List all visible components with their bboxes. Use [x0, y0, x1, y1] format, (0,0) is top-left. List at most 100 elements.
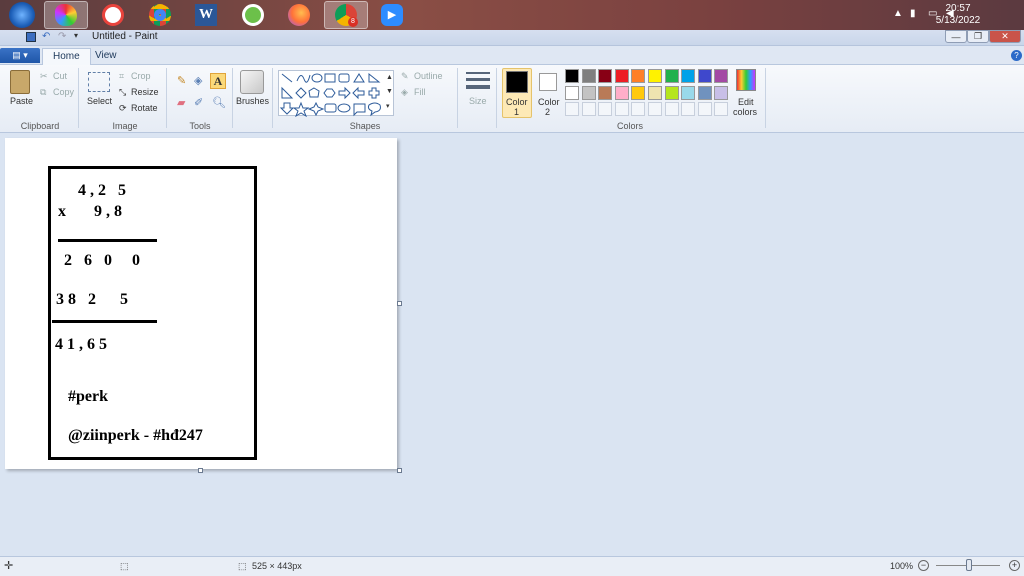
firefox-icon: [288, 4, 310, 26]
resize-handle-corner[interactable]: [397, 468, 402, 473]
undo-icon[interactable]: ↶: [42, 31, 50, 42]
tab-view[interactable]: View: [85, 48, 127, 65]
taskbar-photos[interactable]: [91, 1, 135, 29]
select-icon[interactable]: [88, 72, 110, 92]
rotate-button[interactable]: Rotate: [131, 103, 158, 113]
pencil-icon[interactable]: ✎: [177, 74, 186, 87]
color-picker-icon[interactable]: ✐: [194, 96, 203, 109]
taskbar-chrome-profile[interactable]: 8: [324, 1, 368, 29]
custom-color-slot[interactable]: [598, 102, 613, 116]
color-swatch[interactable]: [648, 69, 662, 83]
zoom-out-button[interactable]: −: [918, 560, 929, 571]
brush-icon[interactable]: [240, 70, 264, 94]
window-title: Untitled - Paint: [92, 31, 158, 42]
taskbar-word[interactable]: W: [184, 1, 228, 29]
color-swatch[interactable]: [631, 69, 646, 83]
fill-bucket-icon[interactable]: ◈: [194, 74, 202, 87]
taskbar-paint[interactable]: [44, 1, 88, 29]
custom-color-slot[interactable]: [614, 102, 629, 116]
color-swatch[interactable]: [598, 85, 613, 100]
resize-icon: ⤡: [119, 87, 127, 97]
size-button[interactable]: Size: [469, 96, 487, 106]
color-swatch[interactable]: [714, 69, 729, 83]
resize-handle-right[interactable]: [397, 301, 402, 306]
custom-color-slot[interactable]: [565, 102, 579, 116]
color-swatch[interactable]: [565, 85, 579, 100]
custom-color-slot[interactable]: [581, 102, 596, 116]
paste-button[interactable]: Paste: [10, 96, 33, 106]
minimize-button[interactable]: —: [945, 30, 967, 43]
shapes-scroll-up-icon[interactable]: ▲: [386, 74, 393, 81]
color-swatch[interactable]: [614, 85, 629, 100]
custom-color-slot[interactable]: [714, 102, 729, 116]
crop-icon: ⌗: [119, 71, 125, 81]
color-swatch[interactable]: [598, 69, 613, 83]
redo-icon[interactable]: ↷: [58, 31, 66, 42]
select-button[interactable]: Select: [87, 96, 112, 106]
color-swatch[interactable]: [681, 85, 696, 100]
color-swatch[interactable]: [697, 85, 712, 100]
maximize-button[interactable]: ❐: [967, 30, 989, 43]
color-swatch[interactable]: [681, 69, 696, 83]
fill-button[interactable]: Fill: [414, 87, 426, 97]
shapes-gallery[interactable]: [278, 70, 394, 118]
crop-button[interactable]: Crop: [131, 71, 151, 81]
save-icon[interactable]: [26, 32, 36, 42]
shapes-expand-icon[interactable]: ▾: [386, 102, 390, 110]
eraser-icon[interactable]: ▰: [177, 96, 185, 109]
outline-button[interactable]: Outline: [414, 71, 443, 81]
magnifier-icon[interactable]: 🔍︎: [212, 96, 226, 109]
resize-button[interactable]: Resize: [131, 87, 159, 97]
color-swatch[interactable]: [565, 69, 579, 83]
tab-home[interactable]: Home: [42, 48, 91, 65]
start-button[interactable]: [0, 1, 44, 29]
resize-handle-bottom[interactable]: [198, 468, 203, 473]
taskbar-vectr[interactable]: [231, 1, 275, 29]
color-swatch[interactable]: [581, 69, 596, 83]
partial-product-1-text: 2 6 0 0: [64, 252, 140, 269]
zoom-slider-thumb[interactable]: [966, 559, 972, 571]
taskbar-chrome[interactable]: [138, 1, 182, 29]
separator: [232, 68, 233, 128]
taskbar-firefox[interactable]: [277, 1, 321, 29]
color-swatch[interactable]: [697, 69, 712, 83]
copy-button[interactable]: Copy: [53, 87, 74, 97]
separator: [272, 68, 273, 128]
text-tool-icon[interactable]: A: [210, 73, 226, 89]
custom-color-slot[interactable]: [648, 102, 662, 116]
zoom-icon: ▶: [381, 4, 403, 26]
color-swatch[interactable]: [664, 69, 679, 83]
color-swatch[interactable]: [631, 85, 646, 100]
shapes-scroll-down-icon[interactable]: ▼: [386, 88, 393, 95]
cut-button[interactable]: Cut: [53, 71, 67, 81]
system-clock[interactable]: 20:57 5/13/2022: [928, 3, 988, 27]
color-swatch[interactable]: [714, 85, 729, 100]
taskbar-zoom[interactable]: ▶: [370, 1, 414, 29]
size-icon[interactable]: [466, 72, 490, 92]
file-menu-button[interactable]: ▤ ▾: [0, 48, 40, 63]
edit-colors-icon[interactable]: [736, 69, 756, 91]
color-swatch[interactable]: [581, 85, 596, 100]
color-swatch[interactable]: [664, 85, 679, 100]
separator: [457, 68, 458, 128]
signal-icon[interactable]: ▮: [910, 8, 916, 19]
color2-button[interactable]: [539, 73, 557, 91]
edit-colors-label[interactable]: Edit: [738, 97, 754, 107]
color-swatch[interactable]: [648, 85, 662, 100]
custom-color-slot[interactable]: [681, 102, 696, 116]
custom-color-slot[interactable]: [697, 102, 712, 116]
status-bar: [0, 556, 1024, 576]
edit-colors-label-2[interactable]: colors: [733, 107, 757, 117]
help-icon[interactable]: ?: [1011, 50, 1022, 61]
color1-number: 1: [514, 107, 520, 117]
colors-group-label: Colors: [616, 121, 643, 131]
close-button[interactable]: ✕: [989, 30, 1021, 43]
tray-expand-icon[interactable]: ▲: [893, 8, 903, 19]
zoom-in-button[interactable]: +: [1009, 560, 1020, 571]
brushes-button[interactable]: Brushes: [236, 96, 269, 106]
paste-icon[interactable]: [10, 70, 30, 94]
color-swatch[interactable]: [614, 69, 629, 83]
custom-color-slot[interactable]: [664, 102, 679, 116]
custom-color-slot[interactable]: [631, 102, 646, 116]
quick-access-dropdown-icon[interactable]: ▾: [74, 31, 78, 40]
